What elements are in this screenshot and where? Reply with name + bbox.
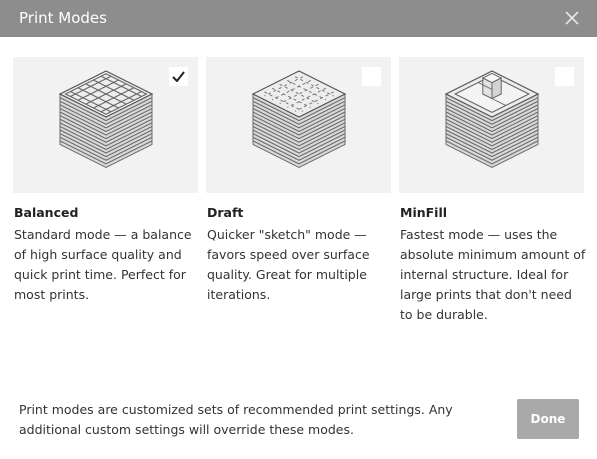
dialog-title: Print Modes	[19, 9, 107, 27]
layered-cube-grid-infill-icon	[58, 70, 154, 168]
dialog-titlebar: Print Modes	[0, 0, 597, 37]
mode-card-minfill[interactable]	[399, 57, 584, 193]
done-button[interactable]: Done	[517, 399, 579, 439]
mode-card-balanced[interactable]	[13, 57, 198, 193]
layered-cube-minimal-infill-icon	[444, 70, 540, 168]
mode-description-balanced: Standard mode — a balance of high surfac…	[14, 227, 192, 302]
footer-note: Print modes are customized sets of recom…	[19, 402, 453, 437]
mode-checkbox-draft[interactable]	[362, 67, 381, 86]
mode-description-draft: Quicker "sketch" mode — favors speed ove…	[207, 227, 370, 302]
mode-card-draft[interactable]	[206, 57, 391, 193]
layered-cube-dashed-infill-icon	[251, 70, 347, 168]
mode-title-balanced: Balanced	[14, 205, 79, 220]
mode-checkbox-balanced[interactable]	[169, 67, 188, 86]
close-icon[interactable]	[560, 6, 584, 30]
mode-checkbox-minfill[interactable]	[555, 67, 574, 86]
mode-title-minfill: MinFill	[400, 205, 448, 220]
mode-title-draft: Draft	[207, 205, 244, 220]
mode-description-minfill: Fastest mode — uses the absolute minimum…	[400, 227, 586, 322]
